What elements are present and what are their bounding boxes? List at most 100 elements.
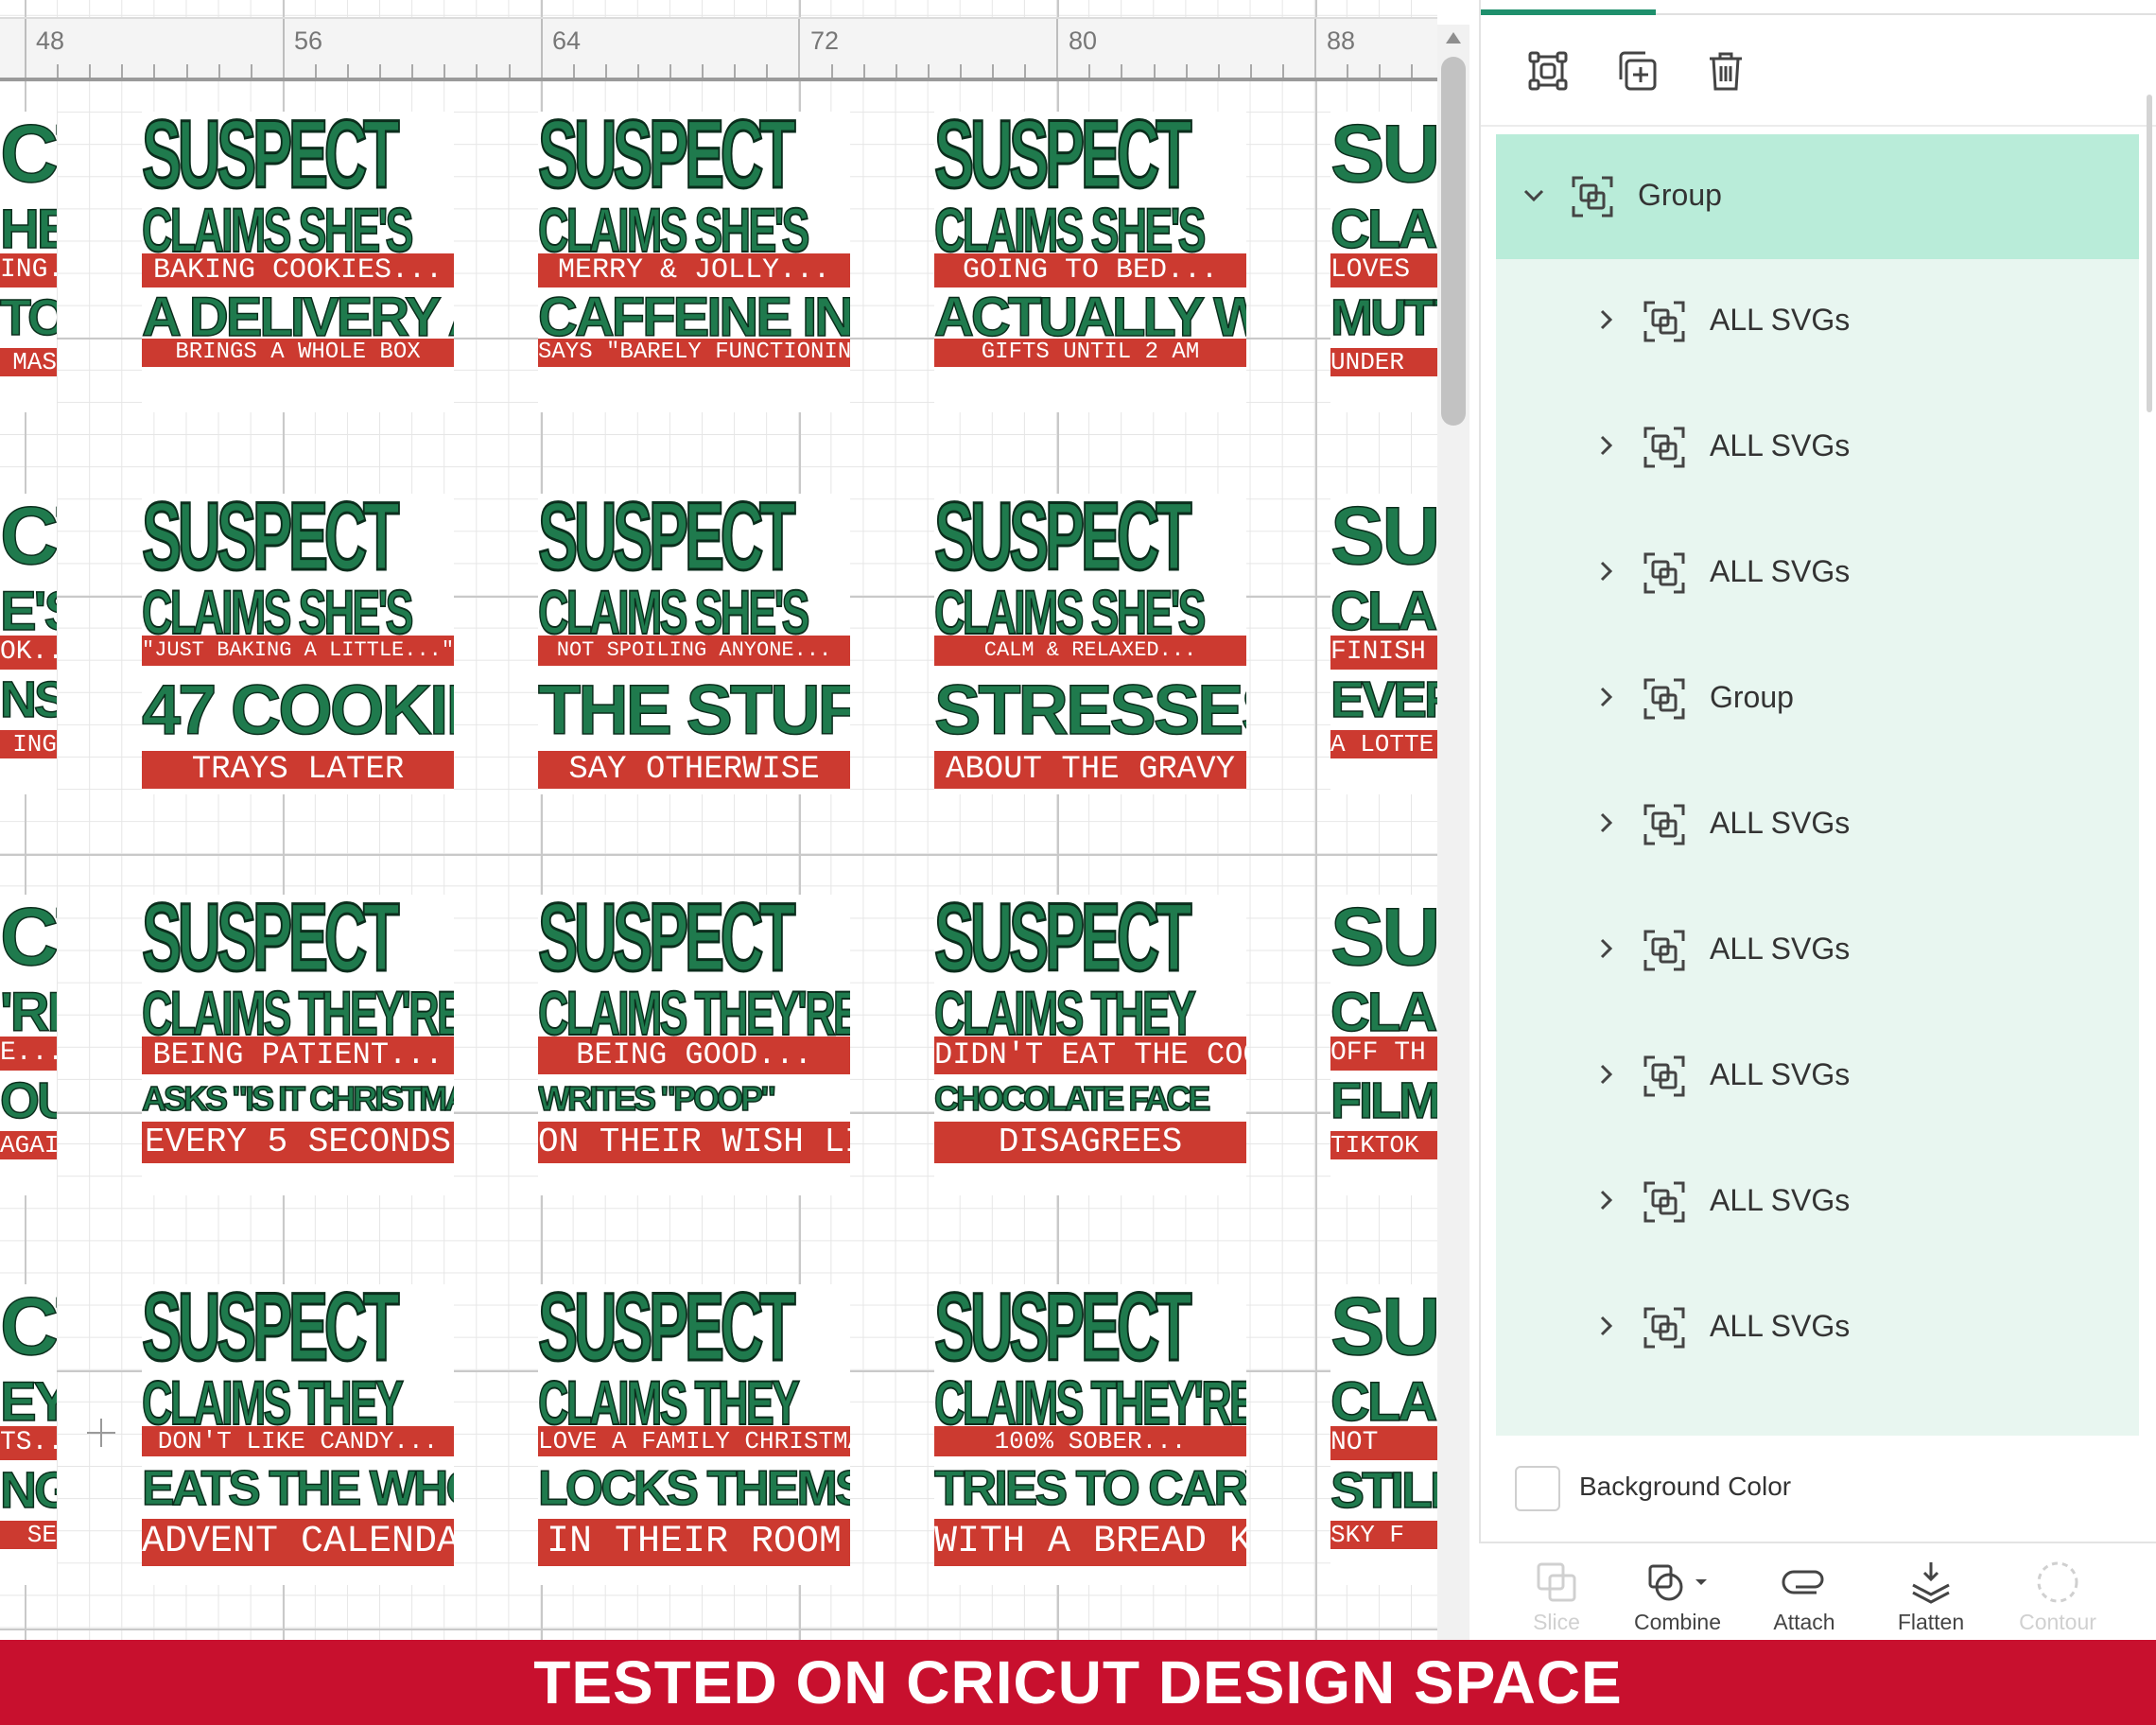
design-card[interactable]: SUSPECT CLAIMS THEY DON'T LIKE CANDY... EAT… <box>142 1284 454 1585</box>
combine-icon <box>1648 1564 1707 1601</box>
design-card[interactable]: SUSPECT CLAIMS SHE'S CALM & RELAXED... STRE… <box>934 494 1246 794</box>
layers-list[interactable]: Group ALL SVGs ALL SVGs ALL SVGs Group ALL SV… <box>1496 134 2139 1436</box>
slice-button[interactable]: Slice <box>1500 1553 1613 1642</box>
group-layer-icon <box>1642 1305 1687 1350</box>
background-color-option[interactable]: Background Color <box>1515 1466 1988 1513</box>
group-button[interactable] <box>1519 42 1577 100</box>
chevron-right-icon[interactable] <box>1591 305 1621 335</box>
chevron-right-icon[interactable] <box>1591 1311 1621 1341</box>
design-card[interactable]: SUSPECT CLAIMS SHE'S NOT SPOILING ANYONE..… <box>538 494 850 794</box>
card-text: LOCKS THEMSELVES <box>538 1462 850 1515</box>
layer-row[interactable]: ALL SVGs <box>1496 1014 2139 1139</box>
layer-row[interactable]: ALL SVGs <box>1496 1140 2139 1264</box>
layer-row-selected[interactable]: Group <box>1496 134 2139 259</box>
combine-button[interactable]: Combine <box>1621 1553 1734 1642</box>
scrollbar-thumb[interactable] <box>1441 57 1466 426</box>
card-text: TO <box>0 291 57 344</box>
layer-row[interactable]: ALL SVGs <box>1496 888 2139 1013</box>
design-card-partial[interactable]: SUS CLAINOT STILL W SKY F <box>1330 1284 1437 1585</box>
design-card[interactable]: SUSPECT CLAIMS SHE'S GOING TO BED... ACTUAL… <box>934 112 1246 412</box>
ruler-tick <box>959 64 962 78</box>
chevron-right-icon[interactable] <box>1591 556 1621 586</box>
design-card[interactable]: SUSPECT CLAIMS THEY'RE 100% SOBER... TRIES … <box>934 1284 1246 1585</box>
layer-name: ALL SVGs <box>1710 554 1851 588</box>
chevron-down-icon[interactable] <box>1519 180 1549 210</box>
duplicate-button[interactable] <box>1608 42 1666 100</box>
ruler-label: 56 <box>294 26 323 55</box>
canvas-scrollbar[interactable] <box>1437 25 1469 1640</box>
delete-icon <box>1710 52 1742 91</box>
panel-scrollbar[interactable] <box>2147 95 2152 412</box>
ruler-tick <box>734 64 737 78</box>
card-text: CLAI <box>1330 985 1437 1040</box>
card-text: CLAIMS THEY <box>538 1368 801 1438</box>
card-text: CT <box>0 494 57 579</box>
ruler-tick <box>702 64 704 78</box>
card-text: CT <box>0 112 57 197</box>
ruler-tick <box>1249 64 1252 78</box>
design-card-partial[interactable]: SUSCLAIOFF THFILMIN TIKTOK <box>1330 895 1437 1195</box>
chevron-right-icon[interactable] <box>1591 430 1621 461</box>
card-text: CLAIMS THEY'RE <box>142 978 454 1048</box>
card-text: CLAIMS SHE'S <box>538 577 810 647</box>
design-card[interactable]: SUSPECT CLAIMS SHE'S BAKING COOKIES... A DE… <box>142 112 454 412</box>
ruler-tick <box>121 64 124 78</box>
ruler-tick <box>992 64 994 78</box>
design-card[interactable]: SUSPECT CLAIMS SHE'S "JUST BAKING A LITTLE… <box>142 494 454 794</box>
card-text: 47 COOKIE <box>142 671 454 749</box>
design-card-partial[interactable]: CTE'SOK...NS ING <box>0 494 57 794</box>
card-text: SUS <box>1330 895 1437 980</box>
background-color-checkbox[interactable] <box>1515 1466 1560 1511</box>
design-card-partial[interactable]: SUSCLALOVESMUTTER UNDER <box>1330 112 1437 412</box>
card-text: MUTTER <box>1330 291 1437 344</box>
flatten-button[interactable]: Flatten <box>1874 1553 1988 1642</box>
group-layer-icon <box>1642 928 1687 973</box>
contour-button[interactable]: Contour <box>2001 1553 2114 1642</box>
design-card-partial[interactable]: SUSCLAFINISHEVER A LOTTE <box>1330 494 1437 794</box>
design-card[interactable]: SUSPECTCLAIMS THEYDIDN'T EAT THE COOKIES… <box>934 895 1246 1195</box>
layer-name: ALL SVGs <box>1710 932 1851 966</box>
design-card[interactable]: SUSPECT CLAIMS SHE'S MERRY & JOLLY... CAFFE… <box>538 112 850 412</box>
layer-row[interactable]: ALL SVGs <box>1496 259 2139 384</box>
layer-name: Group <box>1710 680 1794 714</box>
card-text: OFF TH <box>1330 1037 1437 1071</box>
card-text: 100% SOBER... <box>934 1426 1246 1456</box>
chevron-right-icon[interactable] <box>1591 682 1621 712</box>
toolbar-divider <box>1481 125 2156 127</box>
card-text: BEING PATIENT... <box>142 1037 454 1074</box>
card-text: SUSPECT <box>934 112 1193 208</box>
design-card[interactable]: SUSPECT CLAIMS THEY'RE BEING PATIENT... ASK… <box>142 895 454 1195</box>
chevron-right-icon[interactable] <box>1591 1059 1621 1089</box>
design-card[interactable]: SUSPECT CLAIMS THEY'RE BEING GOOD... WRITES… <box>538 895 850 1195</box>
card-text: BAKING COOKIES... <box>142 253 454 288</box>
layer-row[interactable]: ALL SVGs <box>1496 762 2139 887</box>
chevron-right-icon[interactable] <box>1591 808 1621 838</box>
card-text: DIDN'T EAT THE COOKIES... <box>934 1037 1246 1074</box>
design-card-partial[interactable]: CT'REE...OUT AGAIN <box>0 895 57 1195</box>
card-text: DON'T LIKE CANDY... <box>142 1426 454 1456</box>
ruler-tick <box>1153 64 1156 78</box>
ruler-tick <box>1056 19 1059 78</box>
flatten-icon <box>1912 1562 1950 1604</box>
layer-row[interactable]: Group <box>1496 636 2139 761</box>
layer-row[interactable]: ALL SVGs <box>1496 385 2139 510</box>
chevron-right-icon[interactable] <box>1591 1185 1621 1215</box>
layer-row[interactable]: ALL SVGs <box>1496 1265 2139 1390</box>
design-card[interactable]: SUSPECTCLAIMS THEYLOVE A FAMILY CHRISTMA… <box>538 1284 850 1585</box>
design-card-partial[interactable]: CT EYTS... NGS SE <box>0 1284 57 1585</box>
ruler-tick <box>1024 64 1027 78</box>
delete-button[interactable] <box>1696 42 1755 100</box>
layer-row[interactable]: ALL SVGs <box>1496 511 2139 636</box>
card-text: ABOUT THE GRAVY <box>934 751 1246 789</box>
design-canvas[interactable]: 48 56 64 72 80 88 CTHEING...TOMASCTE'SOK… <box>0 0 1437 1640</box>
ruler-tick <box>282 19 285 78</box>
ruler-tick <box>443 64 446 78</box>
ruler-tick <box>89 64 92 78</box>
card-text: "JUST BAKING A LITTLE..." <box>142 636 454 666</box>
layer-name: ALL SVGs <box>1710 1057 1851 1091</box>
scroll-up-arrow-icon[interactable] <box>1446 32 1461 44</box>
design-card-partial[interactable]: CTHEING...TO MAS <box>0 112 57 412</box>
card-text: FILMIN <box>1330 1074 1437 1127</box>
chevron-right-icon[interactable] <box>1591 933 1621 964</box>
attach-button[interactable]: Attach <box>1747 1553 1861 1642</box>
